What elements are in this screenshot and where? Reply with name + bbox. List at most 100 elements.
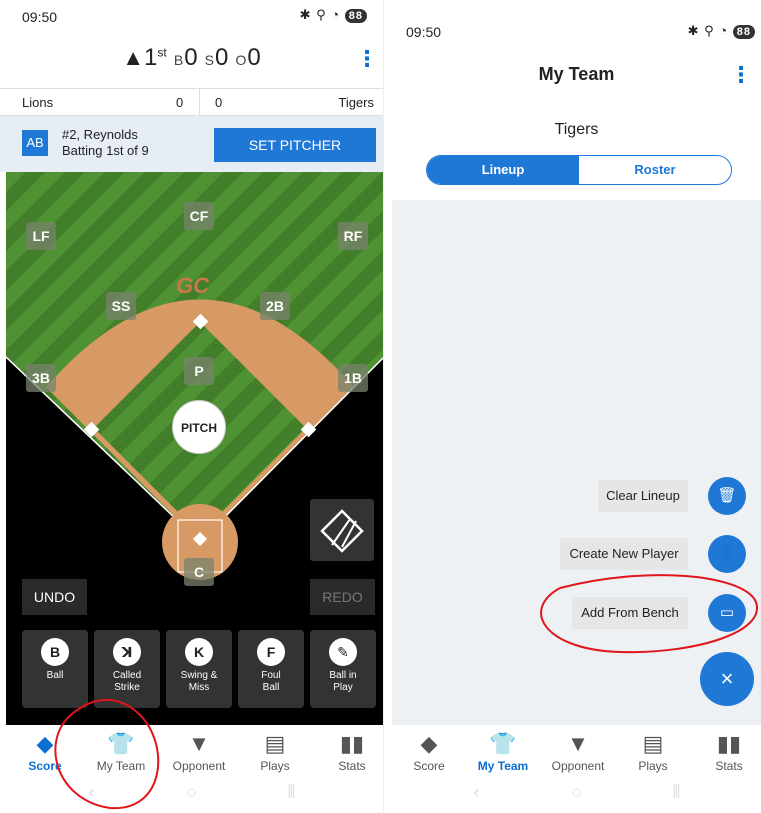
position-3b[interactable]: 3B (26, 364, 56, 392)
page-title: My Team (538, 64, 615, 84)
nav-my-team-label-right: My Team (477, 759, 529, 773)
baseball-diamond-icon: ◆ (420, 731, 438, 756)
current-batter-bar: AB #2, Reynolds Batting 1st of 9 SET PIT… (0, 116, 383, 172)
foul-ball-label-2: Ball (262, 682, 280, 693)
gc-watermark: GC (176, 273, 209, 298)
recents-icon[interactable]: ⦀ (242, 782, 342, 803)
home-team-name: Tigers (338, 95, 374, 110)
tab-lineup[interactable]: Lineup (427, 156, 579, 184)
more-menu-icon[interactable]: ⋮ (356, 46, 378, 72)
redo-button[interactable]: REDO (310, 579, 375, 615)
more-menu-icon-right[interactable]: ⋮ (730, 62, 752, 88)
play-diagram-button[interactable] (310, 499, 374, 561)
bottom-nav-right: ◆ Score 👕 My Team ▼ Opponent ▤ Plays ▮▮ Stats (392, 725, 761, 781)
batting-order: Batting 1st of 9 (62, 143, 149, 158)
status-time-right: 09:50 (406, 24, 442, 40)
swing-miss-label: Swing & (180, 670, 218, 681)
outs-count: 0 (247, 44, 261, 71)
back-icon[interactable]: ‹ (42, 782, 142, 803)
position-rf[interactable]: RF (338, 222, 368, 250)
battery-icon-right: 88 (732, 25, 755, 39)
recents-icon-right[interactable]: ⦀ (627, 782, 727, 803)
ball-label: Ball (46, 670, 64, 681)
swing-miss-icon: K (185, 638, 213, 666)
nav-score[interactable]: ◆ Score (10, 731, 80, 773)
nav-opponent-label: Opponent (172, 759, 226, 773)
jersey-filled-icon: ▼ (567, 731, 589, 756)
nav-opponent-right[interactable]: ▼ Opponent (543, 731, 613, 773)
add-player-icon[interactable]: 👤 (708, 535, 746, 573)
batter-info: #2, Reynolds Batting 1st of 9 (62, 127, 149, 159)
position-ss[interactable]: SS (106, 292, 136, 320)
at-bat-badge: AB (22, 130, 48, 156)
system-nav-bar: ‹ ○ ⦀ (0, 782, 383, 813)
nav-plays-label: Plays (260, 759, 290, 773)
away-team-runs: 0 (176, 95, 184, 110)
scoring-screen: 09:50 ✱ ⚲ ◔ 88 ▲1st B0 S0 O0 ⋮ Lions 0 0… (0, 0, 384, 813)
inning-suffix: st (157, 45, 167, 60)
status-bar-right: 09:50 ✱ ⚲ ◔ 88 (392, 0, 761, 40)
bat-icon: ✎ (329, 638, 357, 666)
nav-my-team-right[interactable]: 👕 My Team (468, 731, 538, 773)
called-strike-label: Called (112, 670, 142, 681)
strikes-count: 0 (215, 44, 229, 71)
my-team-screen: 09:50 ✱ ⚲ ◔ 88 My Team ⋮ Tigers Lineup R… (392, 0, 761, 813)
clear-lineup-label[interactable]: Clear Lineup (598, 480, 688, 512)
nav-score-label: Score (28, 759, 62, 773)
strikes-label: S (204, 52, 215, 68)
position-1b[interactable]: 1B (338, 364, 368, 392)
called-strike-button[interactable]: ꓘ Called Strike (94, 630, 160, 708)
scoreboard-icon: ▤ (642, 731, 664, 756)
away-team-name: Lions (22, 95, 54, 110)
inning-number: 1 (144, 44, 158, 71)
bench-icon[interactable]: ▭ (708, 594, 746, 632)
nav-my-team[interactable]: 👕 My Team (86, 731, 156, 773)
jersey-filled-icon: ▼ (188, 731, 210, 756)
inning-arrow-icon: ▲ (122, 45, 145, 70)
close-fab-button[interactable]: × (700, 652, 754, 706)
ball-button[interactable]: B Ball (22, 630, 88, 708)
jersey-icon: 👕 (107, 731, 135, 756)
nav-score-label-right: Score (413, 759, 445, 773)
nav-plays-right[interactable]: ▤ Plays (618, 731, 688, 773)
create-new-player-label[interactable]: Create New Player (560, 538, 688, 570)
position-p[interactable]: P (184, 357, 214, 385)
trash-icon[interactable]: 🗑 (708, 477, 746, 515)
nav-stats[interactable]: ▮▮ Stats (317, 731, 383, 773)
ball-in-play-button[interactable]: ✎ Ball in Play (310, 630, 376, 708)
undo-button[interactable]: UNDO (22, 579, 87, 615)
back-icon-right[interactable]: ‹ (427, 782, 527, 803)
stats-bars-icon: ▮▮ (716, 731, 742, 756)
position-lf[interactable]: LF (26, 222, 56, 250)
status-icons: ✱ ⚲ ◔ 88 (300, 7, 367, 23)
nav-score-right[interactable]: ◆ Score (394, 731, 464, 773)
swing-miss-button[interactable]: K Swing & Miss (166, 630, 232, 708)
add-from-bench-label[interactable]: Add From Bench (572, 597, 688, 629)
nav-opponent[interactable]: ▼ Opponent (164, 731, 234, 773)
swing-miss-label-2: Miss (188, 682, 210, 693)
tab-roster[interactable]: Roster (579, 156, 731, 184)
outs-label: O (235, 52, 247, 68)
position-c[interactable]: C (184, 558, 214, 586)
balls-label: B (173, 52, 184, 68)
nav-stats-right[interactable]: ▮▮ Stats (694, 731, 761, 773)
called-strike-label-2: Strike (114, 682, 140, 693)
set-pitcher-button[interactable]: SET PITCHER (214, 128, 376, 162)
pitch-button[interactable]: PITCH (172, 400, 226, 454)
status-time: 09:50 (22, 9, 58, 25)
foul-ball-label: Foul (261, 670, 281, 681)
jersey-icon: 👕 (489, 731, 517, 756)
foul-ball-button[interactable]: F Foul Ball (238, 630, 304, 708)
scoreboard-icon: ▤ (264, 731, 286, 756)
position-2b[interactable]: 2B (260, 292, 290, 320)
nav-plays[interactable]: ▤ Plays (240, 731, 310, 773)
nav-my-team-label: My Team (96, 759, 146, 773)
home-icon[interactable]: ○ (142, 782, 242, 803)
baseball-diamond-icon: ◆ (36, 731, 54, 756)
nav-stats-label: Stats (338, 759, 366, 773)
position-cf[interactable]: CF (184, 202, 214, 230)
nav-opponent-label-right: Opponent (551, 759, 605, 773)
home-icon-right[interactable]: ○ (527, 782, 627, 803)
lineup-content (392, 200, 761, 725)
stats-bars-icon: ▮▮ (339, 731, 365, 756)
